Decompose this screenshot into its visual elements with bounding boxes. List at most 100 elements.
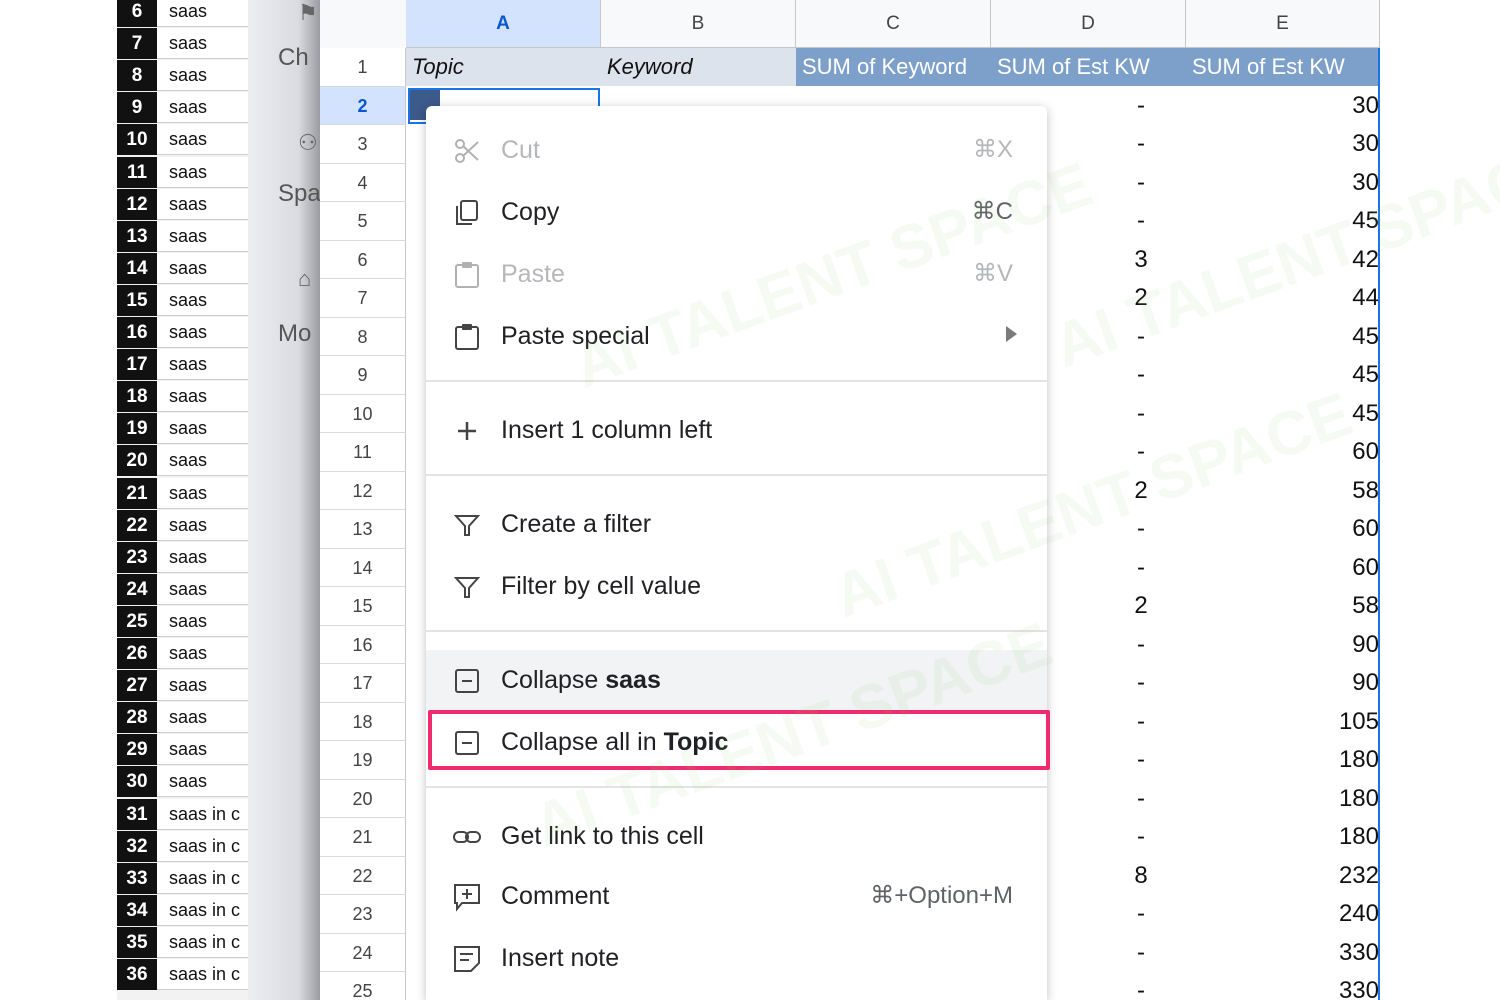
header-cell-sum-est-kw-1[interactable]: SUM of Est KW [991, 48, 1186, 86]
row-header-2[interactable]: 2 [320, 86, 406, 125]
cell-d[interactable]: - [1126, 433, 1156, 471]
cell-e[interactable]: 330 [1285, 972, 1379, 1000]
row-header-24[interactable]: 24 [320, 933, 406, 972]
menu-item-copy[interactable]: Copy ⌘C [426, 182, 1047, 242]
menu-item-paste[interactable]: Paste ⌘V [426, 244, 1047, 304]
cell-d[interactable]: 8 [1126, 857, 1156, 895]
cell-e[interactable]: 45 [1285, 202, 1379, 240]
row-header-21[interactable]: 21 [320, 818, 406, 857]
row-header-10[interactable]: 10 [320, 394, 406, 433]
row-header-13[interactable]: 13 [320, 510, 406, 549]
cell-e[interactable]: 90 [1285, 626, 1379, 664]
row-header-17[interactable]: 17 [320, 664, 406, 703]
cell-e[interactable]: 44 [1285, 279, 1379, 317]
row-header-15[interactable]: 15 [320, 587, 406, 626]
cell-d[interactable]: - [1126, 895, 1156, 933]
column-header-c[interactable]: C [796, 0, 991, 48]
cell-d[interactable]: - [1126, 664, 1156, 702]
pivot-range-border [1378, 48, 1380, 1000]
menu-item-create-filter[interactable]: Create a filter [426, 494, 1047, 554]
row-header-11[interactable]: 11 [320, 433, 406, 472]
cell-e[interactable]: 58 [1285, 587, 1379, 625]
cell-e[interactable]: 90 [1285, 664, 1379, 702]
header-cell-keyword[interactable]: Keyword [601, 48, 796, 86]
menu-item-insert-note[interactable]: Insert note [426, 928, 1047, 988]
row-header-25[interactable]: 25 [320, 972, 406, 1000]
header-cell-sum-keyword[interactable]: SUM of Keyword [796, 48, 991, 86]
background-row: 19 saas [117, 413, 248, 445]
cell-d[interactable]: - [1126, 356, 1156, 394]
row-header-18[interactable]: 18 [320, 702, 406, 741]
background-row: 18 saas [117, 381, 248, 413]
menu-item-comment[interactable]: Comment ⌘+Option+M [426, 866, 1047, 926]
cell-d[interactable]: - [1126, 741, 1156, 779]
select-all-corner[interactable] [320, 0, 407, 49]
header-cell-sum-est-kw-2[interactable]: SUM of Est KW [1186, 48, 1380, 86]
cell-e[interactable]: 60 [1285, 433, 1379, 471]
row-header-20[interactable]: 20 [320, 779, 406, 818]
row-header-9[interactable]: 9 [320, 356, 406, 395]
menu-item-get-link[interactable]: Get link to this cell [426, 806, 1047, 866]
cell-d[interactable]: - [1126, 87, 1156, 125]
menu-item-insert-column-left[interactable]: Insert 1 column left [426, 400, 1047, 460]
cell-e[interactable]: 180 [1285, 818, 1379, 856]
header-cell-topic[interactable]: Topic [406, 48, 601, 86]
menu-item-paste-special[interactable]: Paste special [426, 306, 1047, 366]
row-header-12[interactable]: 12 [320, 471, 406, 510]
cell-d[interactable]: - [1126, 626, 1156, 664]
row-header-3[interactable]: 3 [320, 125, 406, 164]
cell-d[interactable]: - [1126, 164, 1156, 202]
cell-e[interactable]: 240 [1285, 895, 1379, 933]
column-header-b[interactable]: B [601, 0, 796, 48]
cell-e[interactable]: 232 [1285, 857, 1379, 895]
row-header-22[interactable]: 22 [320, 856, 406, 895]
cell-e[interactable]: 30 [1285, 125, 1379, 163]
cell-d[interactable]: - [1126, 703, 1156, 741]
cell-d[interactable]: - [1126, 780, 1156, 818]
cell-d[interactable]: 2 [1126, 472, 1156, 510]
cell-e[interactable]: 60 [1285, 549, 1379, 587]
row-header-16[interactable]: 16 [320, 625, 406, 664]
cell-e[interactable]: 60 [1285, 510, 1379, 548]
row-header-23[interactable]: 23 [320, 895, 406, 934]
cell-e[interactable]: 180 [1285, 741, 1379, 779]
cell-e[interactable]: 45 [1285, 395, 1379, 433]
column-header-d[interactable]: D [991, 0, 1186, 48]
cell-e[interactable]: 45 [1285, 318, 1379, 356]
background-row: 11 saas [117, 156, 248, 189]
cell-d[interactable]: - [1126, 818, 1156, 856]
menu-item-cut[interactable]: Cut ⌘X [426, 120, 1047, 180]
row-header-19[interactable]: 19 [320, 741, 406, 780]
cell-d[interactable]: 2 [1126, 279, 1156, 317]
column-header-a[interactable]: A [406, 0, 601, 48]
row-header-1[interactable]: 1 [320, 48, 406, 87]
cell-e[interactable]: 105 [1285, 703, 1379, 741]
background-row-number: 29 [117, 734, 157, 766]
row-header-5[interactable]: 5 [320, 202, 406, 241]
row-header-6[interactable]: 6 [320, 240, 406, 279]
cell-e[interactable]: 180 [1285, 780, 1379, 818]
cell-d[interactable]: - [1126, 549, 1156, 587]
menu-item-filter-by-value[interactable]: Filter by cell value [426, 556, 1047, 616]
cell-d[interactable]: - [1126, 972, 1156, 1000]
cell-e[interactable]: 30 [1285, 87, 1379, 125]
cell-e[interactable]: 30 [1285, 164, 1379, 202]
cell-d[interactable]: - [1126, 318, 1156, 356]
cell-e[interactable]: 42 [1285, 241, 1379, 279]
row-header-14[interactable]: 14 [320, 548, 406, 587]
cell-d[interactable]: - [1126, 202, 1156, 240]
cell-d[interactable]: - [1126, 125, 1156, 163]
row-header-8[interactable]: 8 [320, 317, 406, 356]
cell-d[interactable]: - [1126, 934, 1156, 972]
row-header-7[interactable]: 7 [320, 279, 406, 318]
column-header-e[interactable]: E [1186, 0, 1380, 48]
menu-item-collapse-group[interactable]: Collapse saas [426, 650, 1047, 710]
cell-d[interactable]: 2 [1126, 587, 1156, 625]
cell-e[interactable]: 58 [1285, 472, 1379, 510]
cell-d[interactable]: - [1126, 395, 1156, 433]
cell-e[interactable]: 330 [1285, 934, 1379, 972]
cell-d[interactable]: - [1126, 510, 1156, 548]
cell-d[interactable]: 3 [1126, 241, 1156, 279]
row-header-4[interactable]: 4 [320, 163, 406, 202]
cell-e[interactable]: 45 [1285, 356, 1379, 394]
